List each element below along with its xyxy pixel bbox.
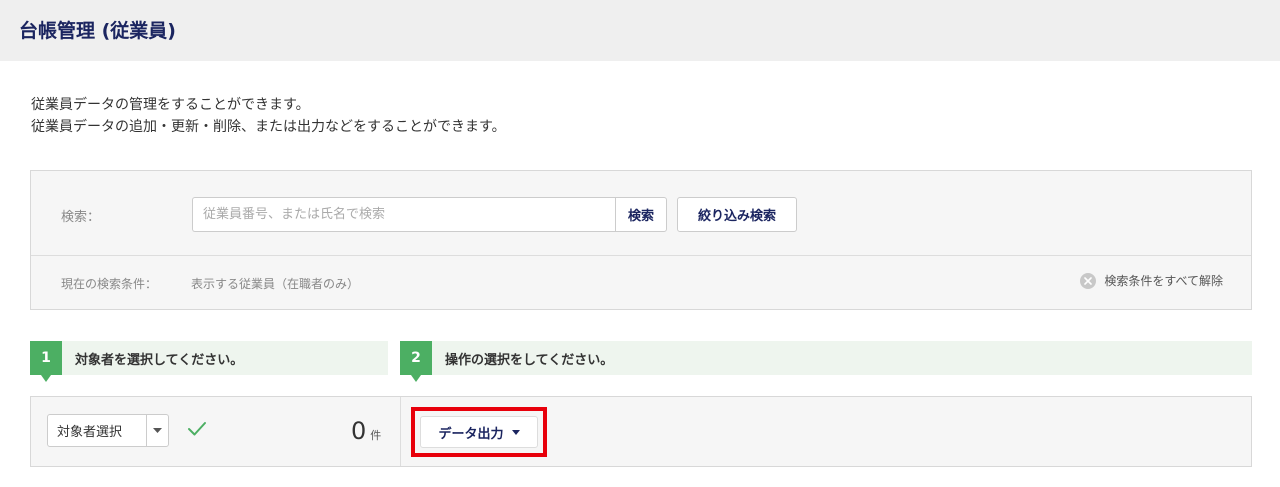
chevron-down-icon[interactable] [146,415,168,446]
step-2-text: 操作の選択をしてください。 [445,352,614,368]
panel-divider [400,397,401,466]
selected-count-unit: 件 [370,429,382,442]
search-input[interactable] [192,197,616,232]
action-panel: 対象者選択 0 件 データ出力 [30,396,1252,467]
target-select-label: 対象者選択 [57,425,123,440]
page-header: 台帳管理 (従業員) [0,0,1280,61]
target-select-dropdown[interactable]: 対象者選択 [47,414,169,447]
page-description: 従業員データの管理をすることができます。 従業員データの追加・更新・削除、または… [31,94,506,138]
caret-down-icon [511,429,520,435]
step-2-banner: 2 操作の選択をしてください。 [400,341,1252,382]
step-1-number: 1 [30,341,62,382]
step-1-text: 対象者を選択してください。 [75,352,244,368]
selected-count: 0 件 [351,417,381,445]
highlight-box: データ出力 [411,407,547,457]
current-conditions-label: 現在の検索条件： [61,277,158,291]
search-button[interactable]: 検索 [615,197,667,232]
search-panel: 検索： 検索 絞り込み検索 現在の検索条件： 表示する従業員（在職者のみ） 検索… [30,170,1252,310]
clear-conditions-link[interactable]: 検索条件をすべて解除 [1080,272,1223,289]
search-label: 検索： [61,210,101,225]
filter-search-button[interactable]: 絞り込み検索 [677,197,797,232]
clear-circle-icon [1080,272,1097,289]
step-1-banner: 1 対象者を選択してください。 [30,341,388,382]
step-2-number: 2 [400,341,432,382]
selected-count-value: 0 [351,417,367,445]
current-conditions-value: 表示する従業員（在職者のみ） [191,277,360,291]
description-line-2: 従業員データの追加・更新・削除、または出力などをすることができます。 [31,119,506,135]
description-line-1: 従業員データの管理をすることができます。 [31,97,310,113]
page: 台帳管理 (従業員) 従業員データの管理をすることができます。 従業員データの追… [0,0,1280,487]
clear-conditions-label: 検索条件をすべて解除 [1104,274,1223,288]
search-divider [31,255,1251,256]
page-title: 台帳管理 (従業員) [19,20,176,42]
check-icon [187,421,207,441]
data-export-label: データ出力 [438,426,504,442]
data-export-button[interactable]: データ出力 [420,416,538,448]
